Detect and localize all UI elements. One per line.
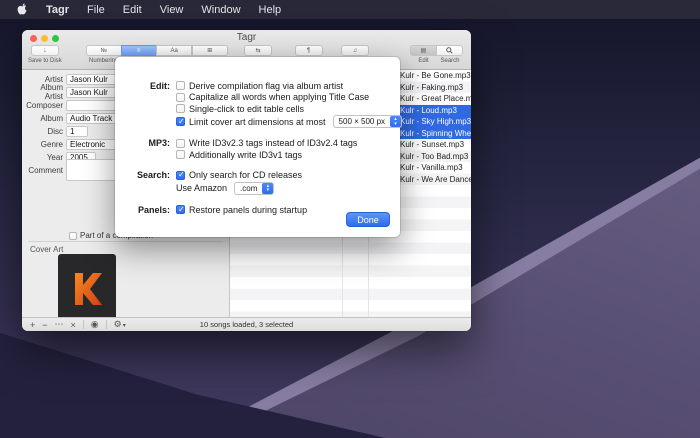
- menu-bar: Tagr File Edit View Window Help: [0, 0, 700, 19]
- use-amazon-label: Use Amazon: [176, 183, 228, 193]
- done-button[interactable]: Done: [346, 212, 390, 227]
- stepper-icon: [262, 182, 274, 194]
- cover-art-label: Cover Art: [30, 245, 64, 254]
- amazon-tld-dropdown[interactable]: .com: [234, 181, 275, 195]
- close-window-button[interactable]: [30, 35, 37, 42]
- gear-icon: ⚙: [113, 319, 122, 329]
- year-label: Year: [46, 152, 63, 162]
- all-in-one-icon: ⊞: [207, 48, 213, 54]
- album-label: Album: [40, 113, 63, 123]
- mp3-section-label: MP3:: [148, 138, 170, 149]
- gear-menu-button[interactable]: ⚙▾: [114, 319, 126, 330]
- write-id3v1-checkbox[interactable]: [176, 150, 185, 160]
- search-panel-button[interactable]: Search: [436, 45, 463, 64]
- menu-app-name[interactable]: Tagr: [37, 4, 78, 16]
- write-id3v23-checkbox[interactable]: [176, 138, 185, 148]
- panels-section-label: Panels:: [137, 204, 170, 215]
- divider: [105, 320, 107, 329]
- save-icon: ↓: [43, 47, 47, 54]
- edit-panel-icon: ▤: [420, 48, 427, 54]
- comment-label: Comment: [28, 165, 63, 175]
- composer-label: Composer: [26, 100, 63, 110]
- divider: [28, 241, 223, 242]
- genre-label: Genre: [40, 139, 63, 149]
- single-click-edit-checkbox[interactable]: [176, 104, 185, 114]
- preferences-popover: Edit: Derive compilation flag via album …: [115, 57, 403, 237]
- more-options-button[interactable]: ⋯: [55, 319, 64, 330]
- search-section-label: Search:: [136, 170, 170, 181]
- traffic-lights: [30, 35, 59, 42]
- limit-cover-art-checkbox[interactable]: [176, 117, 185, 126]
- lyrics-icon: ¶: [307, 47, 311, 54]
- derive-compilation-checkbox[interactable]: [176, 81, 185, 91]
- apple-icon: [17, 3, 27, 15]
- itunes-note-icon: ♫: [352, 47, 358, 54]
- apple-menu[interactable]: [8, 3, 37, 16]
- disc-label: Disc: [47, 126, 63, 136]
- restore-panels-checkbox[interactable]: [176, 205, 185, 215]
- minimize-window-button[interactable]: [41, 35, 48, 42]
- clear-button[interactable]: ×: [71, 320, 76, 330]
- status-text: 10 songs loaded, 3 selected: [199, 320, 294, 329]
- search-icon: [446, 47, 453, 54]
- tagr-logo-icon: [75, 272, 102, 305]
- menu-window[interactable]: Window: [192, 4, 249, 16]
- cover-size-dropdown[interactable]: 500 × 500 px: [332, 115, 403, 128]
- status-bar: + − ⋯ × ◉ ⚙▾ 10 songs loaded, 3 selected: [22, 317, 471, 331]
- extract-tags-icon: ⇆: [255, 48, 261, 54]
- panel-segmented-group: ▤ Edit Search: [410, 45, 463, 64]
- cd-releases-checkbox[interactable]: [176, 170, 185, 180]
- zoom-window-button[interactable]: [52, 35, 59, 42]
- window-title: Tagr: [236, 32, 257, 43]
- preview-eye-button[interactable]: ◉: [91, 319, 99, 330]
- menu-edit[interactable]: Edit: [114, 4, 151, 16]
- compilation-checkbox[interactable]: [69, 231, 77, 240]
- stepper-icon: [390, 116, 402, 127]
- save-to-disk-button[interactable]: ↓ Save to Disk: [28, 45, 62, 64]
- menu-help[interactable]: Help: [250, 4, 291, 16]
- edit-panel-button[interactable]: ▤ Edit: [410, 45, 437, 64]
- menu-view[interactable]: View: [151, 4, 193, 16]
- divider: [82, 320, 84, 329]
- edit-section-label: Edit:: [150, 80, 170, 91]
- disc-input[interactable]: 1: [66, 125, 88, 137]
- file-naming-icon: ≡: [136, 47, 141, 54]
- capitalize-words-checkbox[interactable]: [176, 92, 185, 102]
- menu-file[interactable]: File: [78, 4, 114, 16]
- remove-song-button[interactable]: −: [42, 320, 47, 330]
- cover-art-image[interactable]: [58, 254, 116, 317]
- capitalization-icon: Aa: [170, 47, 178, 54]
- chevron-down-icon: ▾: [122, 323, 126, 329]
- add-song-button[interactable]: +: [30, 320, 35, 330]
- numbering-icon: №: [100, 47, 107, 54]
